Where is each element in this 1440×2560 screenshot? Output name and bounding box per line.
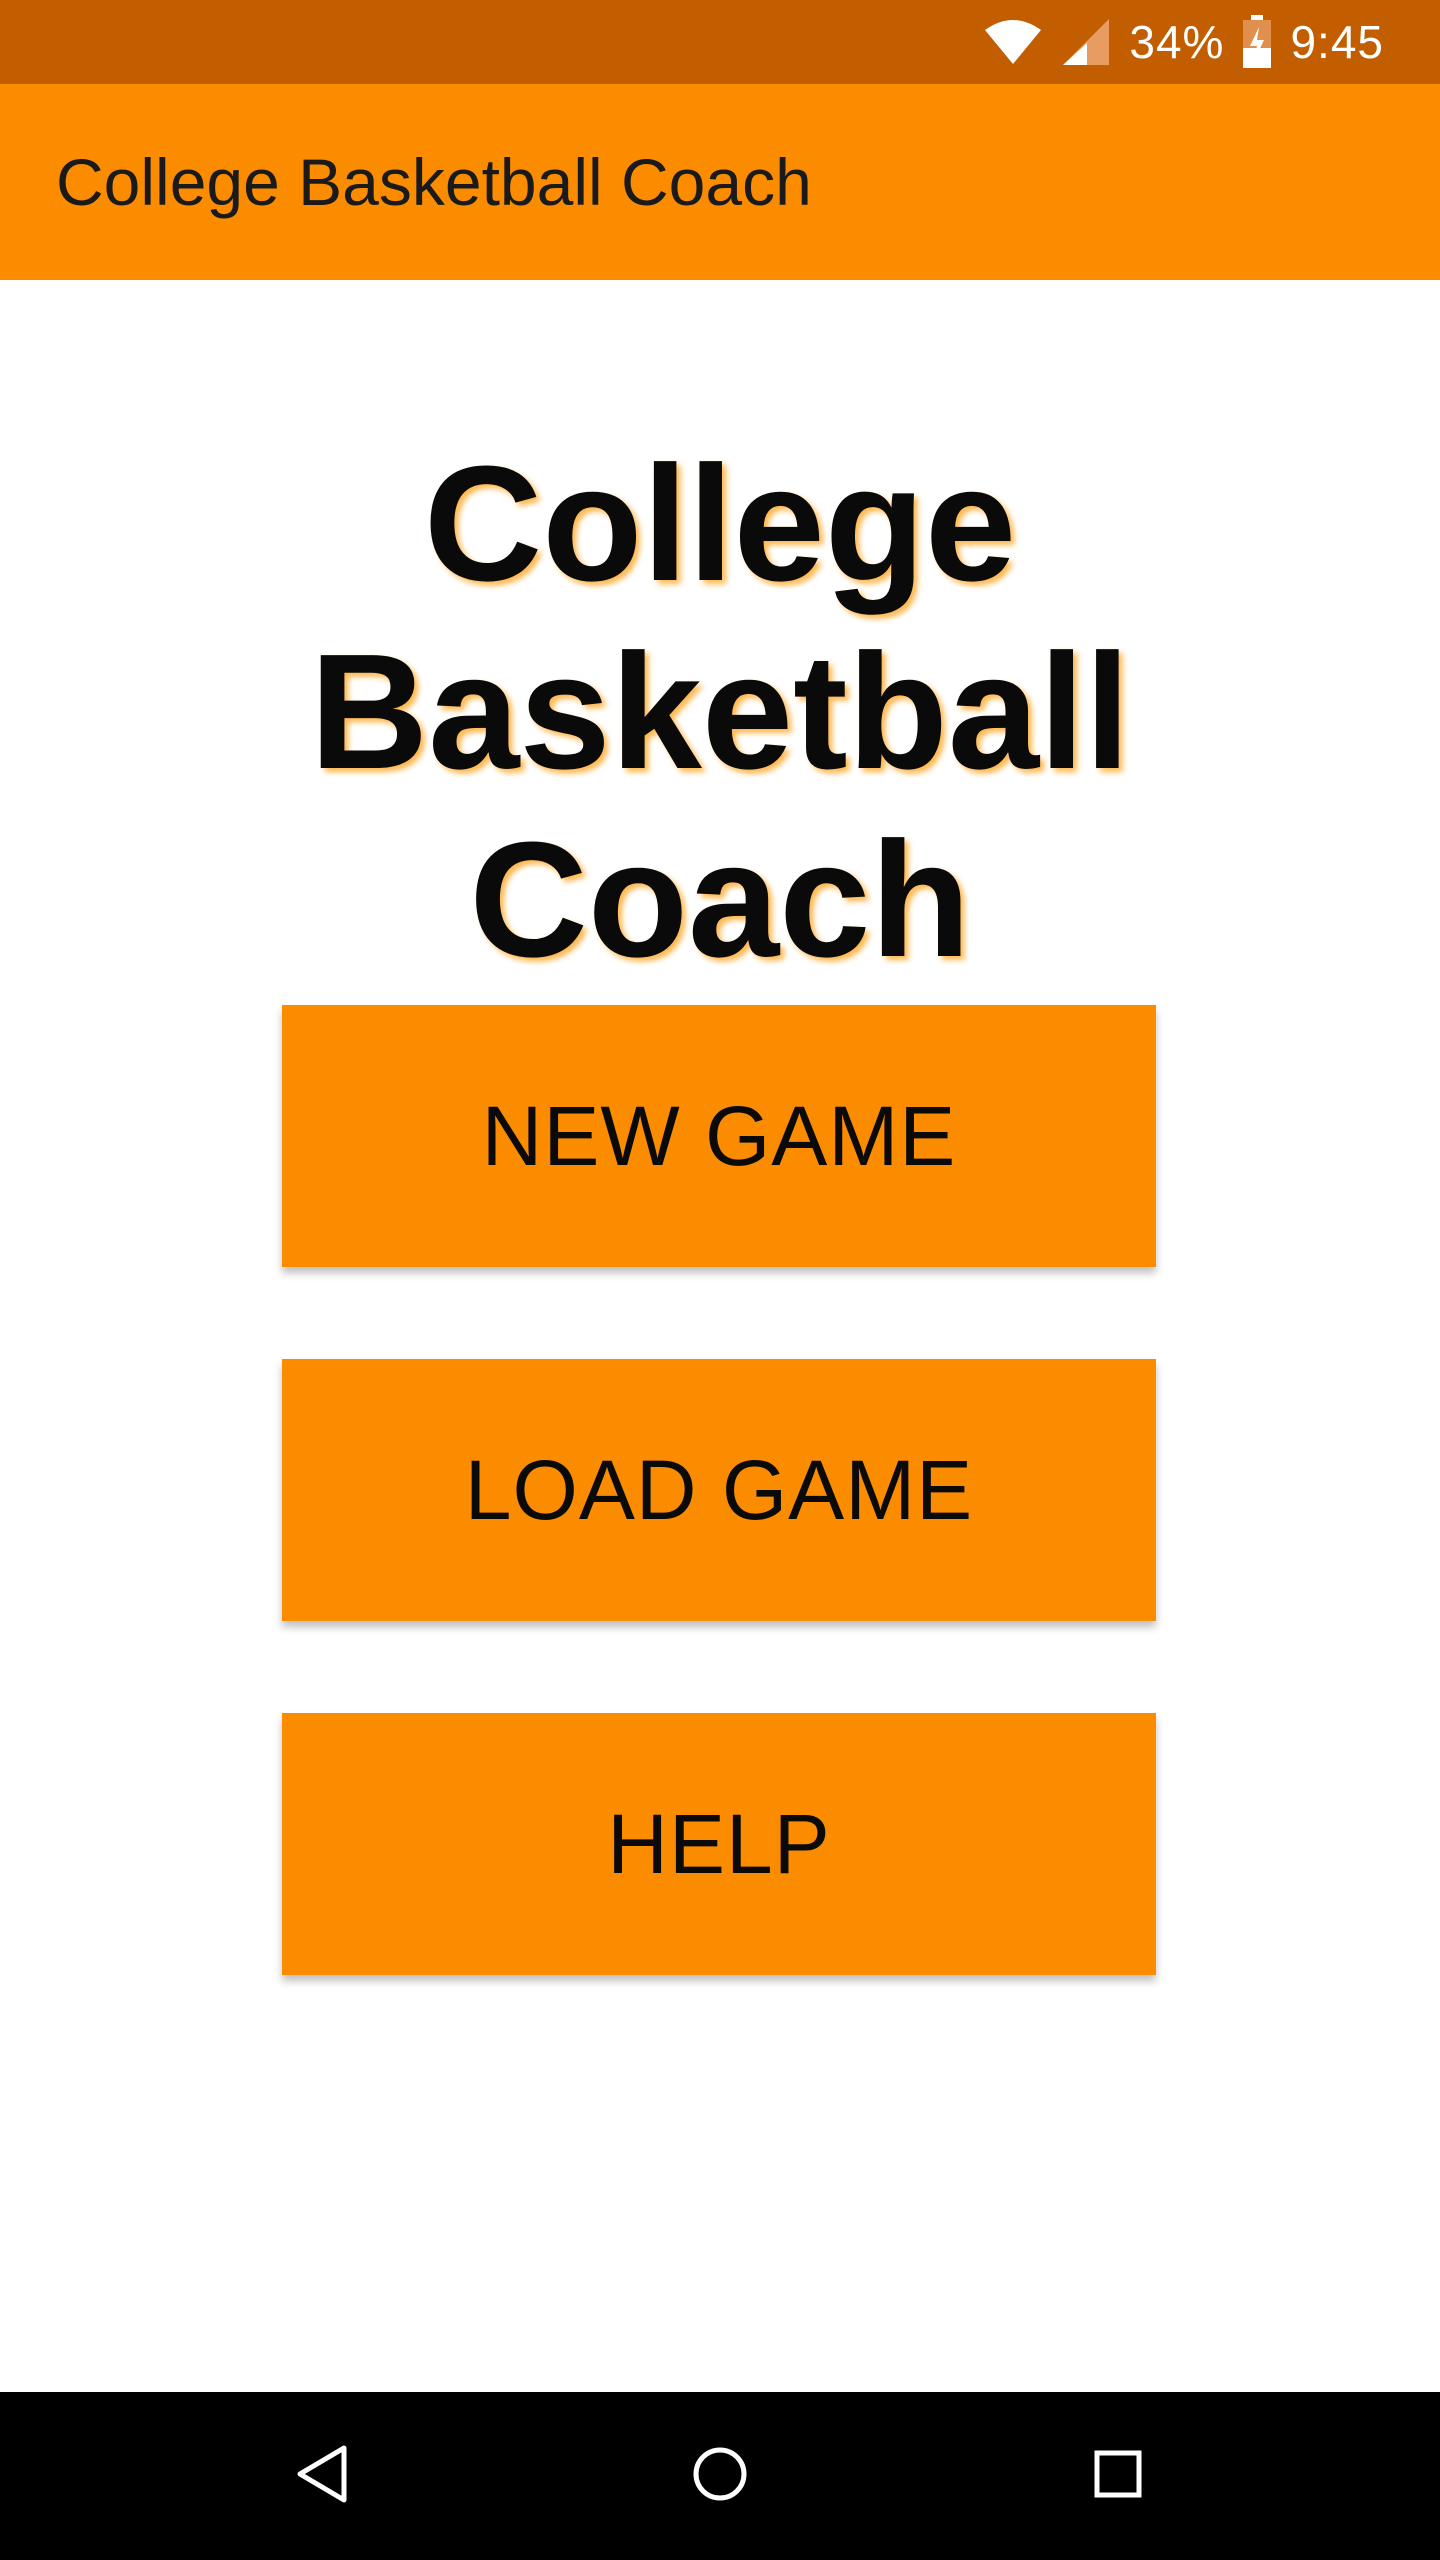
headline: College Basketball Coach [0, 430, 1440, 994]
home-button[interactable] [636, 2392, 804, 2560]
clock: 9:45 [1290, 16, 1384, 68]
help-button[interactable]: HELP [282, 1713, 1156, 1975]
back-button[interactable] [238, 2392, 406, 2560]
cell-signal-icon [1061, 17, 1111, 67]
new-game-button[interactable]: NEW GAME [282, 1005, 1156, 1267]
battery-percent: 34% [1129, 16, 1225, 68]
status-icons: 34% 9:45 [983, 0, 1384, 84]
app-bar-title: College Basketball Coach [56, 145, 812, 219]
home-icon [690, 2444, 750, 2509]
headline-line-2: Coach [469, 808, 971, 991]
headline-line-1: College Basketball [309, 432, 1131, 803]
recents-icon [1092, 2448, 1144, 2505]
back-icon [294, 2444, 350, 2509]
load-game-button[interactable]: LOAD GAME [282, 1359, 1156, 1621]
navigation-bar [0, 2392, 1440, 2560]
app-bar: College Basketball Coach [0, 84, 1440, 280]
recents-button[interactable] [1034, 2392, 1202, 2560]
screen: 34% 9:45 College Basketball Coach Colleg… [0, 0, 1440, 2560]
battery-charging-icon [1242, 15, 1272, 69]
status-bar: 34% 9:45 [0, 0, 1440, 84]
wifi-icon [983, 18, 1043, 66]
